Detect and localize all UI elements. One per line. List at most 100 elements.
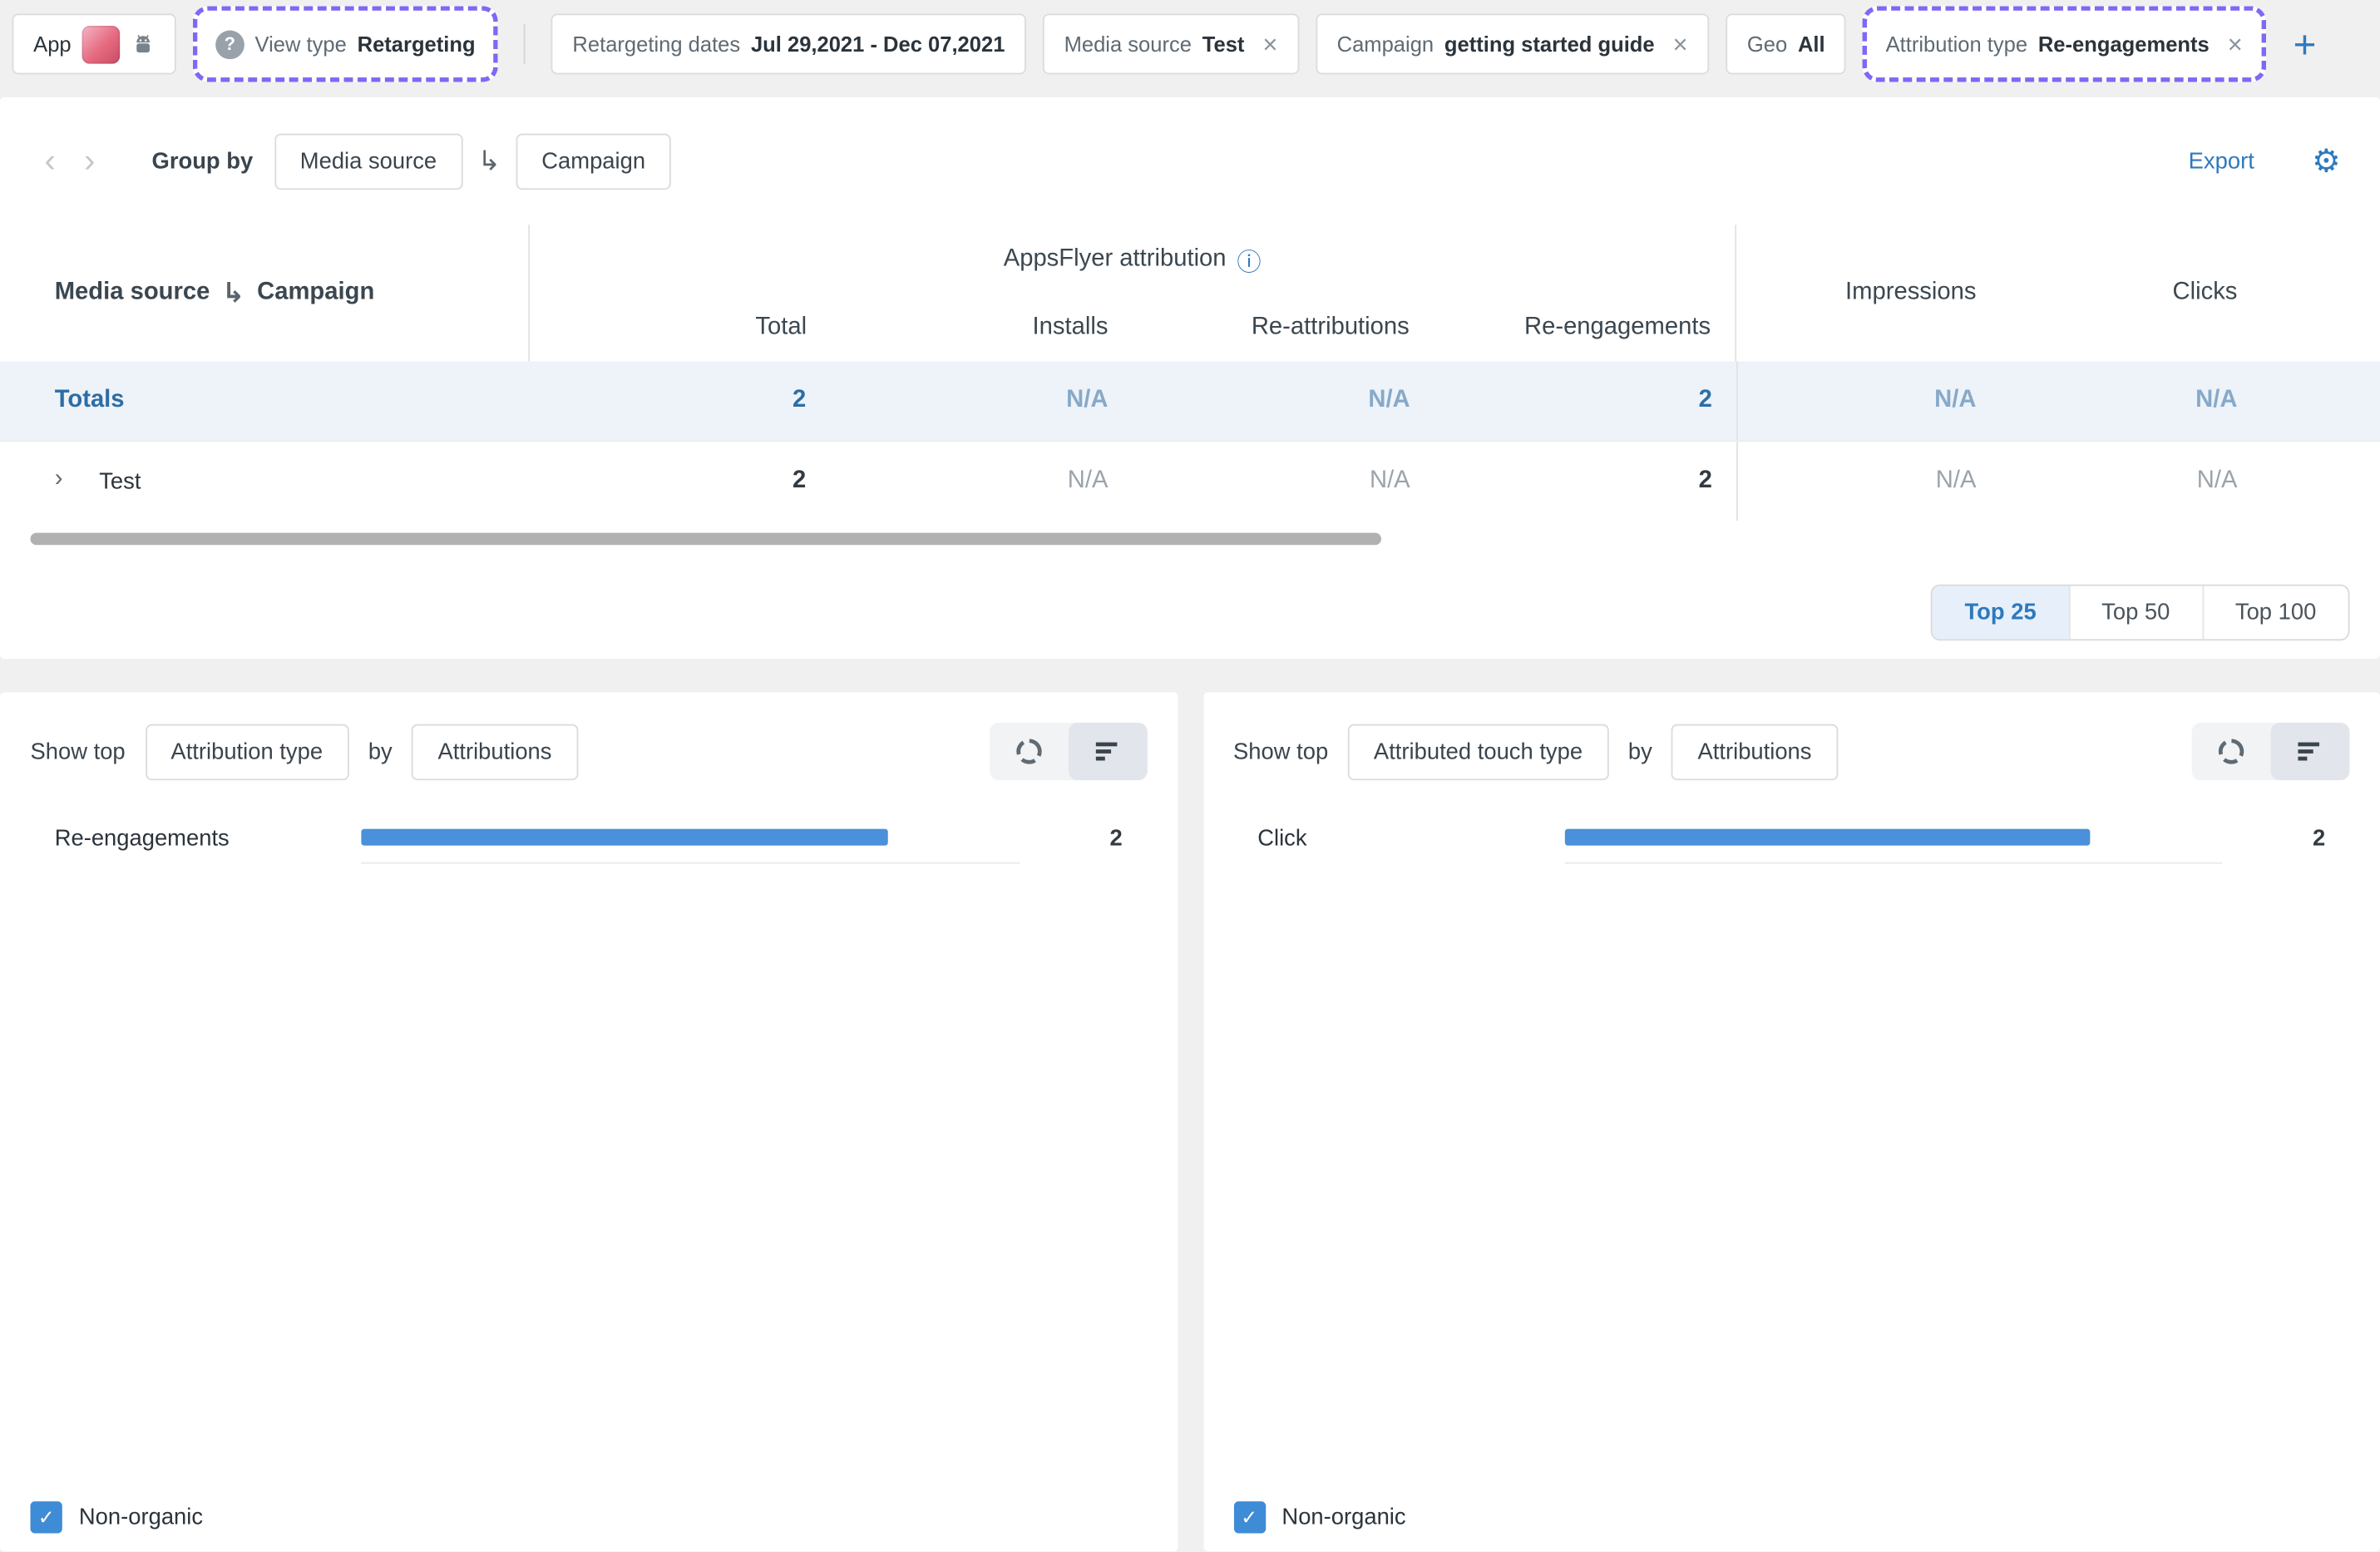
row-reattributions: N/A	[1369, 467, 1410, 494]
app-icon	[81, 25, 121, 63]
campaign-value: getting started guide	[1444, 32, 1655, 57]
page-forward-button[interactable]: ›	[70, 143, 109, 177]
bar-track	[361, 828, 1020, 864]
view-type-label: View type	[254, 32, 347, 57]
row-header-secondary: Campaign	[257, 279, 375, 305]
bar-row: Click 2	[1233, 825, 2349, 864]
bar-value: 2	[1109, 825, 1123, 852]
filter-chip-media-source[interactable]: Media source Test ×	[1043, 13, 1300, 75]
top-25-button[interactable]: Top 25	[1933, 586, 2070, 640]
row-header-cell: Media source ↳ Campaign	[0, 225, 528, 361]
bar-view-button[interactable]	[1068, 722, 1147, 781]
filter-chip-app[interactable]: App	[12, 13, 176, 75]
filter-chip-attribution-type[interactable]: Attribution type Re-engagements ×	[1863, 6, 2266, 82]
column-header-impressions: Impressions	[1845, 279, 1977, 305]
pie-view-button[interactable]	[989, 723, 1068, 780]
dates-label: Retargeting dates	[572, 32, 741, 57]
help-icon: ?	[215, 29, 244, 59]
metric-select[interactable]: Attributions	[1671, 723, 1838, 780]
row-clicks: N/A	[2196, 467, 2238, 494]
nested-group-arrow-icon: ↳	[477, 145, 501, 175]
dimension-select[interactable]: Attributed touch type	[1347, 723, 1609, 780]
non-organic-checkbox[interactable]: ✓	[30, 1501, 62, 1534]
bar-category-label: Click	[1257, 825, 1307, 852]
export-button[interactable]: Export	[2180, 146, 2264, 175]
close-icon[interactable]: ×	[1673, 31, 1688, 57]
expand-row-icon[interactable]: ›	[55, 466, 63, 493]
bar-category-label: Re-engagements	[54, 825, 230, 852]
by-label: by	[368, 738, 393, 765]
dimension-select[interactable]: Attribution type	[145, 723, 349, 780]
non-organic-checkbox[interactable]: ✓	[1233, 1501, 1266, 1534]
info-icon[interactable]: ⓘ	[1237, 241, 1261, 278]
row-impressions: N/A	[1736, 442, 2052, 521]
app-chip-label: App	[33, 32, 72, 57]
table-header: Media source ↳ Campaign AppsFlyer attrib…	[0, 225, 2380, 362]
totals-label: Totals	[54, 387, 125, 413]
nested-arrow-icon: ↳	[221, 277, 245, 308]
chart-view-toggle	[989, 722, 1147, 781]
group-by-secondary-select[interactable]: Campaign	[516, 132, 672, 190]
top-n-toggle: Top 25 Top 50 Top 100	[1931, 584, 2350, 641]
media-source-value: Test	[1202, 32, 1245, 57]
sub-column-headers: Total Installs Re-attributions Re-engage…	[530, 294, 1735, 361]
filter-chip-geo[interactable]: Geo All	[1726, 13, 1847, 75]
by-label: by	[1627, 738, 1652, 765]
filter-chip-retargeting-dates[interactable]: Retargeting dates Jul 29,2021 - Dec 07,2…	[551, 13, 1026, 75]
row-installs: N/A	[1067, 467, 1109, 494]
horizontal-scrollbar[interactable]	[30, 532, 1381, 546]
pie-view-button[interactable]	[2192, 723, 2271, 780]
horizontal-scrollbar-track	[30, 532, 2380, 546]
bar-track	[1563, 828, 2223, 864]
group-header: AppsFlyer attribution ⓘ	[530, 225, 1735, 294]
bar-chart-icon	[1094, 742, 1117, 761]
metric-select[interactable]: Attributions	[412, 723, 578, 780]
non-organic-label: Non-organic	[1281, 1504, 1406, 1530]
close-icon[interactable]: ×	[2228, 31, 2243, 57]
top-100-button[interactable]: Top 100	[2204, 586, 2348, 640]
settings-gear-icon[interactable]: ⚙	[2303, 143, 2349, 178]
totals-installs: N/A	[1066, 387, 1109, 413]
totals-reengagements: 2	[1698, 387, 1712, 413]
filter-bar: App ? View type Retargeting Retargeting …	[0, 0, 2380, 88]
column-header-installs: Installs	[1032, 314, 1109, 340]
column-header-clicks: Clicks	[2172, 279, 2238, 305]
chart-legend: ✓ Non-organic	[30, 1501, 204, 1534]
show-top-label: Show top	[30, 738, 126, 765]
top-50-button[interactable]: Top 50	[2070, 586, 2204, 640]
chart-view-toggle	[2191, 722, 2350, 781]
add-filter-button[interactable]: +	[2284, 22, 2326, 65]
top-n-row: Top 25 Top 50 Top 100	[0, 545, 2380, 641]
page-back-button[interactable]: ‹	[31, 143, 70, 177]
non-organic-label: Non-organic	[78, 1504, 204, 1530]
campaign-label: Campaign	[1336, 32, 1434, 57]
bar-value: 2	[2313, 825, 2326, 852]
totals-impressions: N/A	[1736, 361, 2052, 441]
row-reengagements: 2	[1698, 467, 1712, 494]
row-total: 2	[792, 467, 807, 494]
table-row[interactable]: › Test 2 N/A N/A 2 N/A N/A	[0, 440, 2380, 521]
attribution-type-value: Re-engagements	[2037, 32, 2210, 57]
android-icon	[136, 35, 150, 53]
pie-chart-icon	[2218, 739, 2244, 764]
filter-divider	[524, 24, 526, 64]
check-icon: ✓	[37, 1505, 55, 1529]
filter-chip-view-type[interactable]: ? View type Retargeting	[192, 6, 498, 82]
pie-chart-icon	[1015, 739, 1041, 764]
bar-view-button[interactable]	[2270, 722, 2350, 781]
row-name: Test	[99, 468, 141, 495]
row-header-primary: Media source	[54, 279, 210, 305]
check-icon: ✓	[1241, 1505, 1258, 1529]
group-by-primary-select[interactable]: Media source	[274, 132, 463, 190]
column-header-reattributions: Re-attributions	[1251, 314, 1410, 340]
close-icon[interactable]: ×	[1262, 31, 1277, 57]
chart-panel-attribution-type: Show top Attribution type by Attribution…	[0, 692, 1178, 1552]
geo-label: Geo	[1746, 32, 1788, 57]
attribution-type-label: Attribution type	[1885, 32, 2028, 57]
dates-value: Jul 29,2021 - Dec 07,2021	[750, 32, 1005, 57]
chart-controls: Show top Attribution type by Attribution…	[30, 722, 1147, 781]
column-header-total: Total	[755, 314, 807, 340]
bar	[1563, 828, 2091, 846]
chart-controls: Show top Attributed touch type by Attrib…	[1233, 722, 2350, 781]
filter-chip-campaign[interactable]: Campaign getting started guide ×	[1316, 13, 1710, 75]
